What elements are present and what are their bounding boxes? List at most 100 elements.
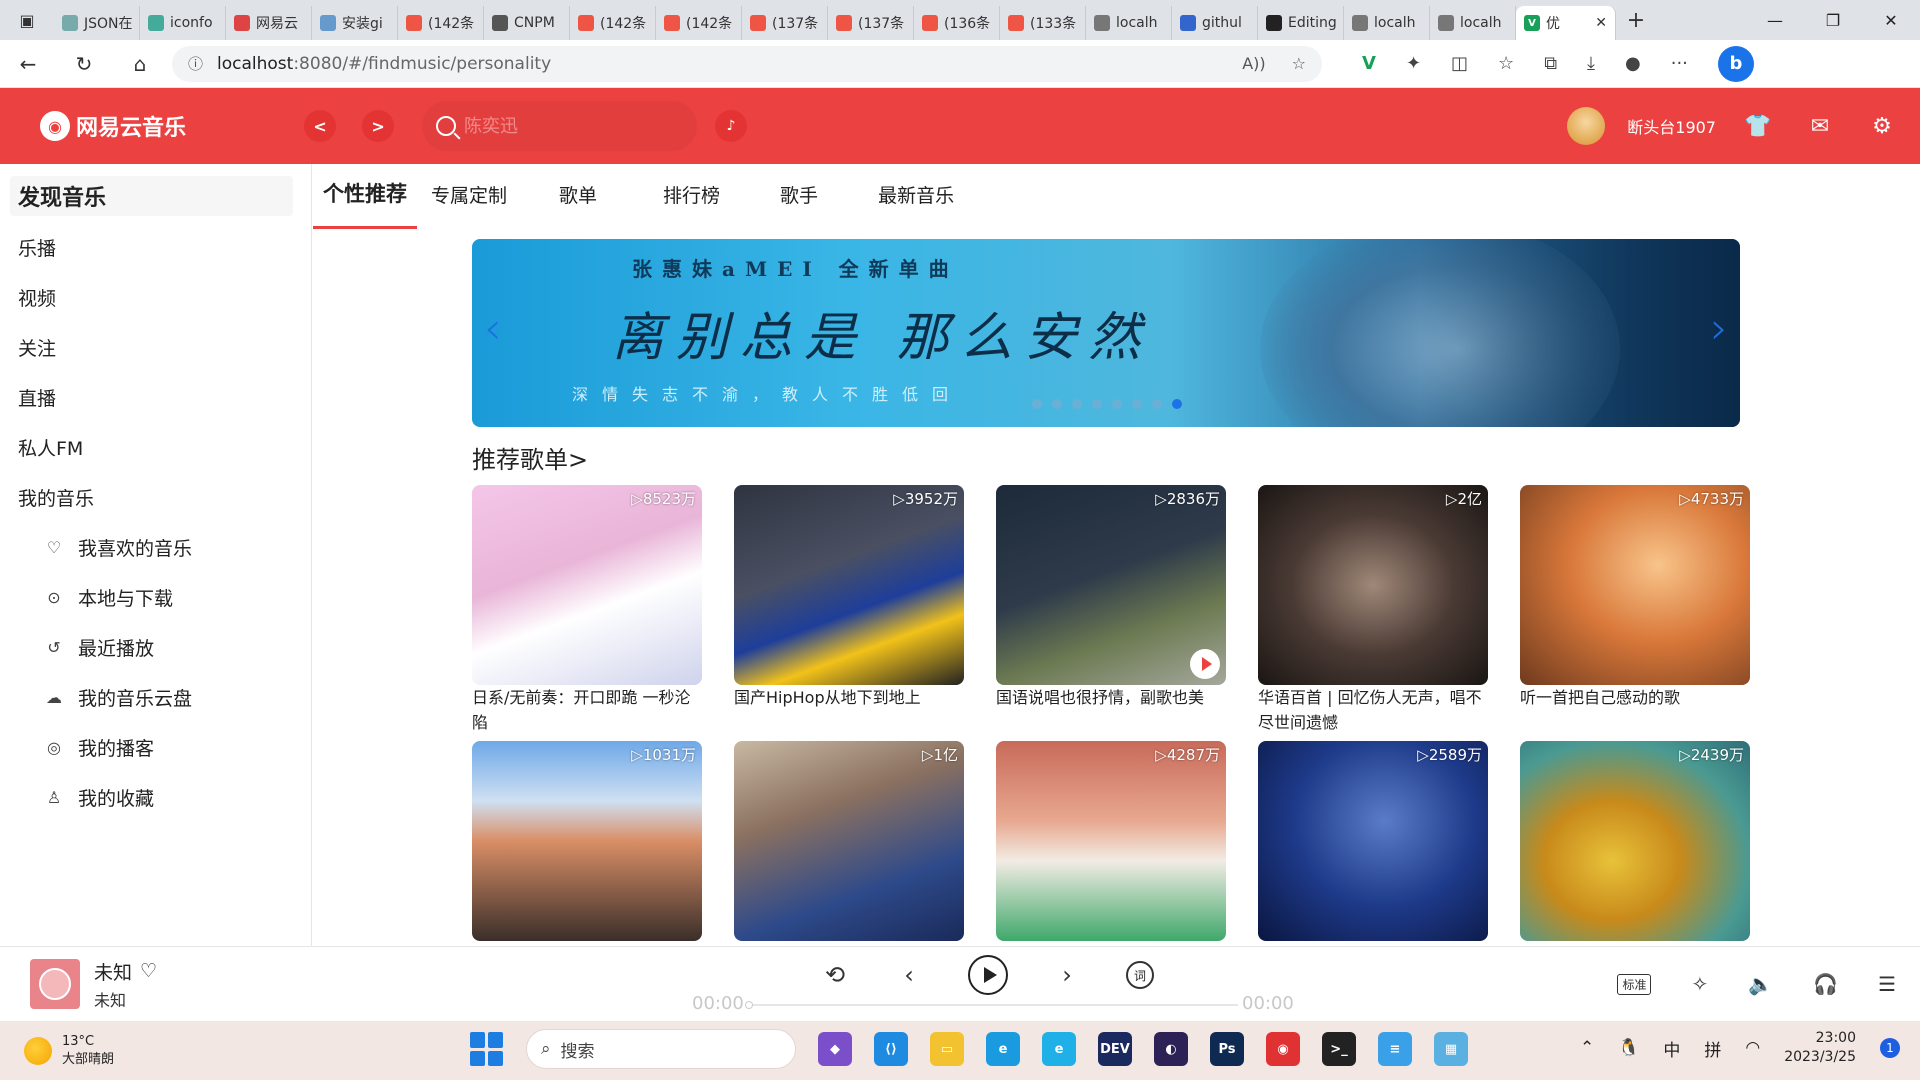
tab-actions-icon[interactable]: ▣ bbox=[0, 0, 54, 40]
browser-tab[interactable]: 网易云 bbox=[226, 6, 312, 40]
playlist-name[interactable]: 欧美精选 | 嗨 从头 再来着 bbox=[734, 941, 964, 945]
quality-badge[interactable]: 标准 bbox=[1617, 973, 1652, 995]
file-explorer-icon[interactable]: ▭ bbox=[930, 1032, 964, 1066]
tray-overflow-chevron-icon[interactable]: ⌃ bbox=[1580, 1038, 1594, 1058]
playlist-card[interactable]: ▷1031万电音王国 | 落差 bbox=[472, 741, 702, 945]
photoshop-icon[interactable]: Ps bbox=[1210, 1032, 1244, 1066]
search-box[interactable] bbox=[422, 101, 698, 151]
bing-icon[interactable]: b bbox=[1717, 45, 1754, 82]
play-overlay-icon[interactable] bbox=[1190, 649, 1220, 679]
sidebar-item[interactable]: 乐播 bbox=[0, 222, 311, 272]
vue-devtools-icon[interactable]: V bbox=[1362, 53, 1376, 74]
banner-carousel[interactable]: 张惠妹aMEI 全新单曲 离别总是 那么安然 深情失志不渝，教人不胜低回 ‹ › bbox=[472, 239, 1740, 427]
wifi-icon[interactable]: ◠ bbox=[1745, 1038, 1760, 1058]
playlist-card[interactable]: ▷2836万 国语说唱也很抒情，副歌也美 bbox=[996, 485, 1226, 735]
playlist-name[interactable]: 国语说唱也很抒情，副歌也美 bbox=[996, 685, 1226, 735]
playlist-cover[interactable]: ▷1031万 bbox=[472, 741, 702, 941]
logo[interactable]: ◉ 网易云音乐 bbox=[40, 110, 186, 142]
sidebar-sub-item[interactable]: ↺ 最近播放 bbox=[0, 622, 311, 672]
playlist-cover[interactable]: ▷4287万 bbox=[996, 741, 1226, 941]
browser-tab[interactable]: (142条 bbox=[656, 6, 742, 40]
sidebar-sub-item[interactable]: ☁ 我的音乐云盘 bbox=[0, 672, 311, 722]
sidebar-item[interactable]: 私人FM bbox=[0, 422, 311, 472]
clock[interactable]: 23:00 2023/3/25 bbox=[1784, 1029, 1856, 1067]
browser-tab[interactable]: Editing bbox=[1258, 6, 1344, 40]
user-name[interactable]: 断头台1907 bbox=[1627, 114, 1716, 138]
tab-active[interactable]: V 优 ✕ bbox=[1516, 6, 1616, 40]
settings-gear-icon[interactable]: ⚙ bbox=[1862, 114, 1902, 139]
browser-tab[interactable]: (142条 bbox=[570, 6, 656, 40]
lyrics-icon[interactable]: 词 bbox=[1126, 961, 1154, 989]
maximize-button[interactable]: ❐ bbox=[1804, 11, 1862, 30]
playlist-cover[interactable]: ▷8523万 bbox=[472, 485, 702, 685]
close-window-button[interactable]: ✕ bbox=[1862, 11, 1920, 30]
browser-tab[interactable]: (137条 bbox=[828, 6, 914, 40]
banner-dot[interactable] bbox=[1152, 399, 1162, 409]
banner-prev-chevron-icon[interactable]: ‹ bbox=[484, 303, 502, 354]
banner-dot[interactable] bbox=[1072, 399, 1082, 409]
weather-widget[interactable]: 13°C 大部晴朗 bbox=[24, 1033, 114, 1069]
playlist-card[interactable]: ▷4733万 听一首把自己感动的歌 bbox=[1520, 485, 1750, 735]
notepad-icon[interactable]: ≡ bbox=[1378, 1032, 1412, 1066]
playlist-cover[interactable]: ▷2439万 bbox=[1520, 741, 1750, 941]
control-panel-icon[interactable]: ▦ bbox=[1434, 1032, 1468, 1066]
taskbar-search[interactable]: ⌕ 搜索 bbox=[526, 1029, 796, 1069]
banner-dot[interactable] bbox=[1032, 399, 1042, 409]
sidebar-item[interactable]: 我的音乐 bbox=[0, 472, 311, 522]
sidebar-sub-item[interactable]: ⊙ 本地与下载 bbox=[0, 572, 311, 622]
playlist-card[interactable]: ▷2589万华语经典 | 不容错过的神级Live bbox=[1258, 741, 1488, 945]
playlist-card[interactable]: ▷1亿欧美精选 | 嗨 从头 再来着 bbox=[734, 741, 964, 945]
split-screen-icon[interactable]: ◫ bbox=[1451, 53, 1468, 74]
vs-icon[interactable]: ◆ bbox=[818, 1032, 852, 1066]
playlist-cover[interactable]: ▷1亿 bbox=[734, 741, 964, 941]
history-back-button[interactable]: < bbox=[304, 110, 337, 142]
notification-badge[interactable]: 1 bbox=[1880, 1038, 1900, 1058]
qq-icon[interactable]: 🐧 bbox=[1618, 1038, 1639, 1058]
playlist-cover[interactable]: ▷3952万 bbox=[734, 485, 964, 685]
progress-bar[interactable] bbox=[745, 1001, 1238, 1009]
avatar[interactable] bbox=[1567, 107, 1606, 145]
refresh-button[interactable]: ↻ bbox=[56, 52, 112, 76]
sound-effect-icon[interactable]: ✧ bbox=[1691, 972, 1708, 996]
minimize-button[interactable]: — bbox=[1746, 11, 1804, 30]
sidebar-item[interactable]: 直播 bbox=[0, 372, 311, 422]
browser-tab[interactable]: githul bbox=[1172, 6, 1258, 40]
favorite-star-icon[interactable]: ☆ bbox=[1292, 54, 1306, 73]
search-input[interactable] bbox=[464, 115, 665, 137]
info-icon[interactable]: ⓘ bbox=[188, 53, 203, 74]
play-mode-loop-icon[interactable]: ⟲ bbox=[820, 961, 850, 989]
like-heart-icon[interactable]: ♡ bbox=[140, 960, 157, 982]
browser-tab[interactable]: localh bbox=[1430, 6, 1516, 40]
sidebar-sub-item[interactable]: ♙ 我的收藏 bbox=[0, 772, 311, 822]
tab-subnav[interactable]: 歌手 bbox=[770, 181, 828, 229]
edge-icon[interactable]: e bbox=[986, 1032, 1020, 1066]
playlist-card[interactable]: ▷2439万古典清香 | 我的至臻用作装品精 bbox=[1520, 741, 1750, 945]
banner-dot[interactable] bbox=[1092, 399, 1102, 409]
browser-tab[interactable]: 安装gi bbox=[312, 6, 398, 40]
tab-subnav[interactable]: 个性推荐 bbox=[313, 178, 417, 229]
playlist-cover[interactable]: ▷2836万 bbox=[996, 485, 1226, 685]
browser-tab[interactable]: JSON在 bbox=[54, 6, 140, 40]
playlist-name[interactable]: 听一首把自己感动的歌 bbox=[1520, 685, 1750, 735]
read-aloud-icon[interactable]: A)) bbox=[1242, 54, 1265, 73]
playlist-card[interactable]: ▷8523万 日系/无前奏：开口即跪 一秒沦陷 bbox=[472, 485, 702, 735]
browser-tab[interactable]: (133条 bbox=[1000, 6, 1086, 40]
terminal-icon[interactable]: >_ bbox=[1322, 1032, 1356, 1066]
playlist-card[interactable]: ▷4287万欧美/蓝调/民谣/暖心小 bbox=[996, 741, 1226, 945]
playlist-name[interactable]: 古典清香 | 我的至臻用作装品精 bbox=[1520, 941, 1750, 945]
playlist-name[interactable]: 日系/无前奏：开口即跪 一秒沦陷 bbox=[472, 685, 702, 735]
playlist-name[interactable]: 欧美/蓝调/民谣/暖心小 bbox=[996, 941, 1226, 945]
playlist-card[interactable]: ▷3952万 国产HipHop从地下到地上 bbox=[734, 485, 964, 735]
sidebar-item-discover-music[interactable]: 发现音乐 bbox=[10, 176, 293, 216]
playlist-name[interactable]: 国产HipHop从地下到地上 bbox=[734, 685, 964, 735]
tab-subnav[interactable]: 歌单 bbox=[549, 181, 607, 229]
address-bar[interactable]: ⓘ localhost :8080/#/findmusic/personalit… bbox=[172, 45, 1322, 82]
ime-mode[interactable]: 拼 bbox=[1704, 1036, 1721, 1061]
playlist-cover[interactable]: ▷2亿 bbox=[1258, 485, 1488, 685]
banner-next-chevron-icon[interactable]: › bbox=[1710, 303, 1728, 354]
sidebar-sub-item[interactable]: ◎ 我的播客 bbox=[0, 722, 311, 772]
play-button[interactable] bbox=[968, 955, 1008, 995]
song-cover[interactable] bbox=[30, 959, 80, 1009]
listen-together-icon[interactable]: 🎧 bbox=[1813, 972, 1838, 996]
skin-icon[interactable]: 👕 bbox=[1738, 114, 1778, 139]
